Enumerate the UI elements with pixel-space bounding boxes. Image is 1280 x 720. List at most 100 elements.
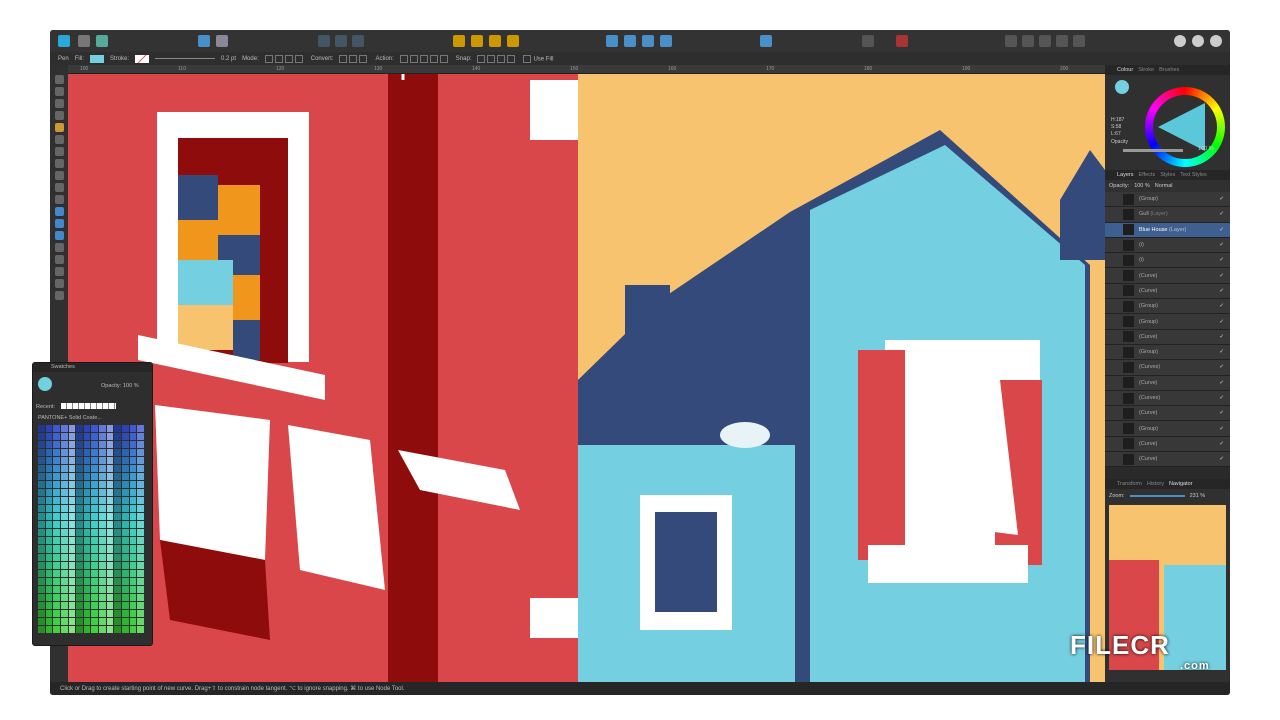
align-icon[interactable] [760,35,772,47]
swatch[interactable] [107,473,114,480]
snap3-icon[interactable] [352,35,364,47]
visibility-checkbox[interactable]: ✓ [1219,334,1224,340]
swatch[interactable] [53,465,60,472]
swatch[interactable] [84,425,91,432]
swatch-fill-circle[interactable] [38,377,52,391]
swatch[interactable] [61,537,68,544]
convert-smart-icon[interactable] [359,55,367,63]
swatch[interactable] [46,489,53,496]
swatch[interactable] [69,610,76,617]
swatch[interactable] [69,537,76,544]
swatch[interactable] [107,554,114,561]
swatch[interactable] [84,505,91,512]
place-image-icon[interactable] [55,183,64,192]
swatch[interactable] [99,602,106,609]
swatch[interactable] [114,586,121,593]
swatch[interactable] [130,481,137,488]
swatch[interactable] [91,586,98,593]
swatch[interactable] [99,594,106,601]
swatch[interactable] [122,513,129,520]
swatch[interactable] [99,481,106,488]
swatch[interactable] [76,537,83,544]
recent-swatches[interactable] [61,403,116,409]
swatch[interactable] [107,610,114,617]
swatch[interactable] [69,586,76,593]
layer-row[interactable]: Gull (Layer)✓ [1105,207,1230,222]
swatch[interactable] [53,554,60,561]
swatch[interactable] [46,457,53,464]
swatch[interactable] [84,578,91,585]
swatch[interactable] [107,537,114,544]
swatch[interactable] [76,425,83,432]
swatch[interactable] [99,537,106,544]
swatch[interactable] [46,441,53,448]
canvas[interactable] [68,74,1105,682]
arrange-backward-icon[interactable] [471,35,483,47]
swatch[interactable] [38,578,45,585]
stroke-swatch[interactable] [135,55,149,63]
swatch[interactable] [107,521,114,528]
swatch[interactable] [46,449,53,456]
swatch[interactable] [122,626,129,633]
swatch[interactable] [99,457,106,464]
swatch[interactable] [69,618,76,625]
swatch[interactable] [114,513,121,520]
action-close-icon[interactable] [410,55,418,63]
swatch[interactable] [137,610,144,617]
swatch[interactable] [91,545,98,552]
layer-row[interactable]: (Curve) ✓ [1105,268,1230,283]
color-picker-icon[interactable] [55,267,64,276]
tab-history[interactable]: History [1147,481,1164,487]
swatch[interactable] [114,473,121,480]
swatch[interactable] [61,465,68,472]
swatch[interactable] [130,505,137,512]
swatch[interactable] [107,449,114,456]
swatch[interactable] [130,473,137,480]
swatch[interactable] [91,481,98,488]
mode-polygon-icon[interactable] [285,55,293,63]
export-persona-icon[interactable] [96,35,108,47]
swatch[interactable] [130,449,137,456]
visibility-checkbox[interactable]: ✓ [1219,364,1224,370]
swatch[interactable] [114,457,121,464]
swatch[interactable] [137,465,144,472]
swatch[interactable] [107,578,114,585]
point-transform-icon[interactable] [55,111,64,120]
use-fill-checkbox[interactable] [523,55,531,63]
swatch[interactable] [137,497,144,504]
swatch[interactable] [137,626,144,633]
swatch[interactable] [114,562,121,569]
frame-text-icon[interactable] [55,243,64,252]
swatch[interactable] [130,554,137,561]
swatch[interactable] [61,578,68,585]
swatch[interactable] [137,578,144,585]
convert-smooth-icon[interactable] [349,55,357,63]
swatch[interactable] [130,594,137,601]
layer-row[interactable]: (Curves) ✓ [1105,360,1230,375]
color-wheel[interactable] [1145,87,1225,167]
swatch[interactable] [130,497,137,504]
arrange-back-icon[interactable] [453,35,465,47]
swatch[interactable] [114,497,121,504]
swatch[interactable] [130,521,137,528]
swatch[interactable] [53,473,60,480]
swatch[interactable] [130,578,137,585]
swatch[interactable] [99,441,106,448]
layer-row[interactable]: (Curve) ✓ [1105,406,1230,421]
swatch[interactable] [76,602,83,609]
snap-icon[interactable] [318,35,330,47]
swatch[interactable] [53,602,60,609]
mode-pen-icon[interactable] [265,55,273,63]
swatch[interactable] [137,505,144,512]
boolean-subtract-icon[interactable] [1022,35,1034,47]
swatch[interactable] [122,425,129,432]
swatch[interactable] [84,545,91,552]
swatch[interactable] [46,513,53,520]
visibility-checkbox[interactable]: ✓ [1219,196,1224,202]
swatch[interactable] [91,626,98,633]
swatch[interactable] [46,497,53,504]
swatch[interactable] [38,465,45,472]
swatch[interactable] [69,562,76,569]
swatch[interactable] [122,578,129,585]
swatch[interactable] [99,586,106,593]
